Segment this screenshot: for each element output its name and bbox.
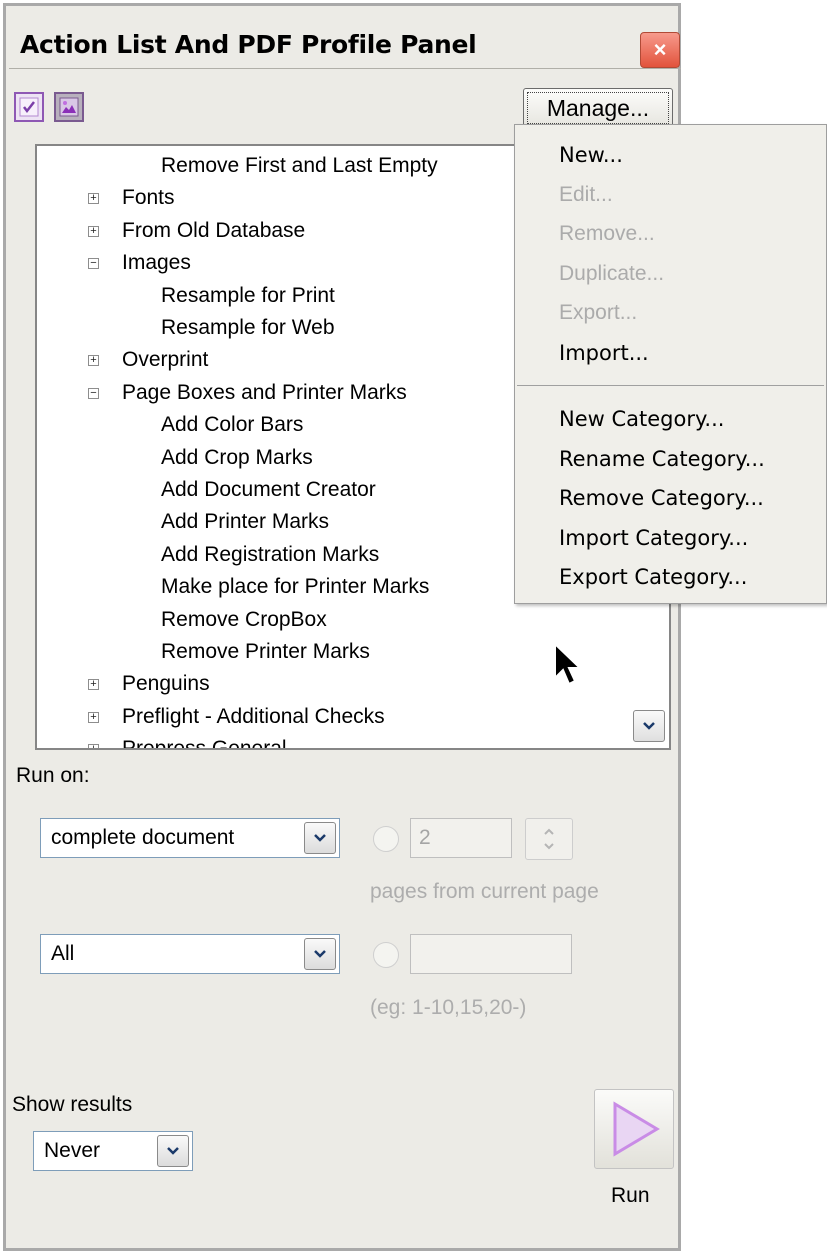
menu-item[interactable]: Remove Category... (559, 486, 764, 510)
image-profile-icon[interactable] (54, 92, 84, 122)
expand-icon[interactable]: + (88, 225, 99, 237)
tree-item-label: Resample for Web (161, 316, 335, 339)
tree-item-label: Images (122, 251, 191, 275)
checkmark-profile-icon[interactable] (14, 92, 44, 122)
page-count-stepper[interactable] (525, 818, 573, 860)
tree-item[interactable]: Add Crop Marks (161, 442, 313, 474)
tree-item-label: Add Registration Marks (161, 542, 380, 566)
tree-item-label: Remove Printer Marks (161, 640, 370, 663)
tree-item-label: Page Boxes and Printer Marks (122, 380, 407, 404)
show-results-dropdown-button[interactable] (157, 1135, 189, 1167)
tree-item-label: Add Color Bars (161, 413, 304, 437)
tree-item[interactable]: Add Registration Marks (161, 539, 379, 571)
tree-item-label: Preflight - Additional Checks (122, 704, 385, 728)
show-results-value: Never (44, 1139, 101, 1162)
chevron-down-icon (314, 950, 326, 958)
manage-button[interactable]: Manage... (523, 88, 673, 128)
tree-item[interactable]: Remove First and Last Empty (161, 150, 438, 182)
run-on-label: Run on: (16, 764, 90, 787)
scope-select-value: complete document (51, 826, 235, 849)
close-button[interactable]: × (640, 32, 680, 68)
tree-item[interactable]: − Page Boxes and Printer Marks (37, 377, 407, 409)
tree-item[interactable]: + Preflight - Additional Checks (37, 701, 385, 733)
tree-item[interactable]: + Prepress General (37, 733, 287, 750)
menu-item: Remove... (559, 222, 655, 246)
page-range-field[interactable] (410, 934, 572, 974)
page-count-radio[interactable] (373, 826, 399, 852)
tree-item[interactable]: Resample for Web (161, 312, 335, 344)
chevron-down-icon (167, 1147, 179, 1155)
pages-select-dropdown-button[interactable] (304, 938, 336, 970)
menu-item[interactable]: New Category... (559, 407, 724, 431)
scope-select[interactable]: complete document (40, 818, 340, 858)
tree-item-label: Remove CropBox (161, 607, 327, 631)
tree-item[interactable]: Add Color Bars (161, 409, 303, 441)
tree-item[interactable]: Add Document Creator (161, 474, 376, 506)
show-results-select[interactable]: Never (33, 1131, 193, 1171)
pages-select-value: All (51, 942, 75, 965)
expand-icon[interactable]: + (88, 355, 99, 367)
menu-item: Export... (559, 301, 638, 325)
tree-item[interactable]: Make place for Printer Marks (161, 571, 429, 603)
page-count-hint: pages from current page (370, 880, 599, 903)
tree-item[interactable]: Add Printer Marks (161, 506, 329, 538)
expand-icon[interactable]: + (88, 193, 99, 205)
tree-item[interactable]: Remove Printer Marks (161, 636, 370, 668)
menu-item: Edit... (559, 182, 613, 206)
tree-item[interactable]: + Fonts (37, 182, 175, 214)
menu-item[interactable]: Rename Category... (559, 447, 765, 471)
tree-item-label: Prepress General (122, 737, 287, 750)
run-label: Run (611, 1184, 650, 1207)
menu-item[interactable]: Export Category... (559, 565, 747, 589)
page-range-hint: (eg: 1-10,15,20-) (370, 996, 527, 1019)
tree-item-label: Penguins (122, 672, 210, 696)
expand-icon[interactable]: + (88, 679, 99, 691)
chevron-down-icon (643, 722, 655, 730)
title-divider (9, 68, 681, 69)
tree-item-label: Remove First and Last Empty (161, 154, 438, 177)
tree-item-label: Overprint (122, 348, 209, 372)
tree-item[interactable]: + From Old Database (37, 215, 305, 247)
tree-item[interactable]: + Penguins (37, 668, 210, 700)
tree-item-label: Fonts (122, 186, 175, 210)
play-icon (613, 1101, 660, 1157)
scroll-down-button[interactable] (633, 710, 665, 742)
page-count-field[interactable]: 2 (410, 818, 512, 858)
expand-icon[interactable]: + (88, 744, 99, 748)
run-button[interactable] (594, 1089, 674, 1169)
scope-select-dropdown-button[interactable] (304, 822, 336, 854)
pages-select[interactable]: All (40, 934, 340, 974)
menu-item[interactable]: Import Category... (559, 526, 748, 550)
mouse-pointer-icon (554, 642, 583, 686)
tree-item[interactable]: + Overprint (37, 344, 208, 376)
tree-item[interactable]: − Images (37, 247, 191, 279)
tree-item[interactable]: Resample for Print (161, 280, 335, 312)
tree-item-label: Make place for Printer Marks (161, 575, 430, 599)
chevron-down-icon (314, 834, 326, 842)
menu-item[interactable]: New... (559, 143, 623, 167)
expand-icon[interactable]: + (88, 711, 99, 723)
collapse-icon[interactable]: − (88, 387, 99, 399)
tree-item-label: Resample for Print (161, 283, 335, 307)
panel-title: Action List And PDF Profile Panel (20, 30, 477, 59)
show-results-label: Show results (12, 1093, 133, 1116)
tree-item-label: Add Crop Marks (161, 445, 313, 469)
tree-item-label: From Old Database (122, 218, 306, 242)
manage-menu: New... Edit... Remove... Duplicate... Export… (514, 124, 827, 604)
tree-item-label: Add Printer Marks (161, 510, 330, 534)
collapse-icon[interactable]: − (88, 258, 99, 270)
menu-separator (517, 385, 824, 386)
tree-item[interactable]: Remove CropBox (161, 604, 327, 636)
menu-item: Duplicate... (559, 261, 665, 285)
page-range-radio[interactable] (373, 942, 399, 968)
tree-item-label: Add Document Creator (161, 478, 376, 501)
menu-item[interactable]: Import... (559, 341, 649, 365)
